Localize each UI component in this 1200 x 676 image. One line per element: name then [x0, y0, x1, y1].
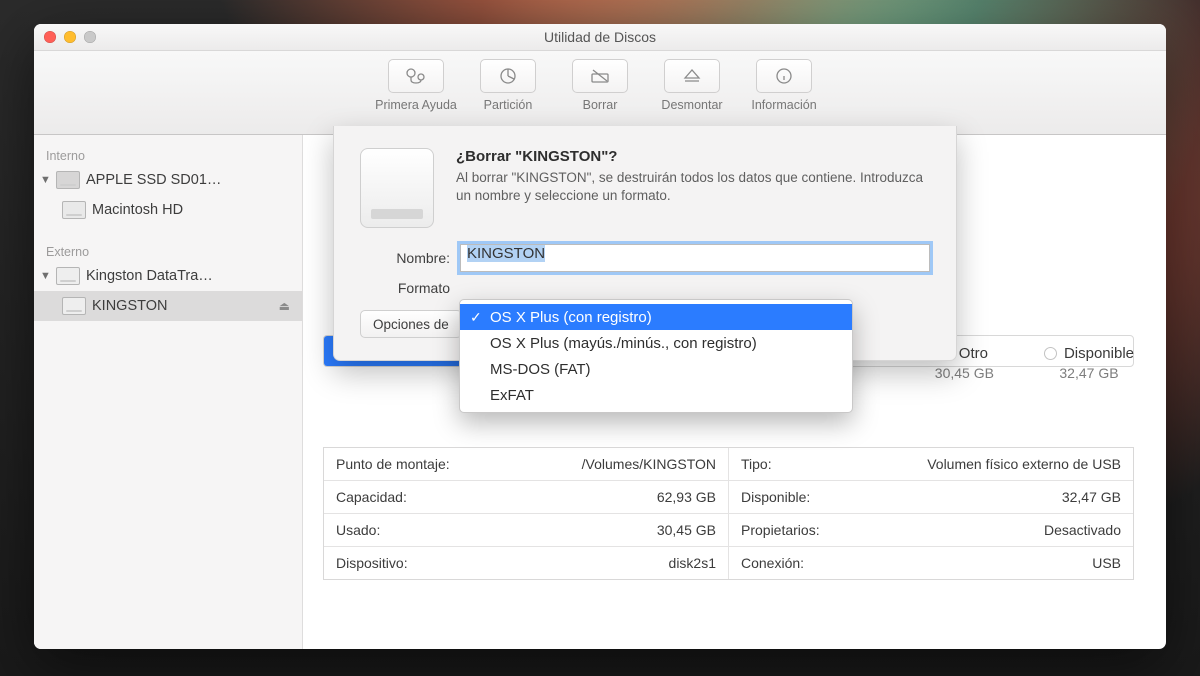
sidebar-header-internal: Interno: [34, 143, 302, 165]
toolbar-label: Información: [751, 98, 816, 112]
detail-value: /Volumes/KINGSTON: [582, 456, 716, 472]
sheet-format-label: Formato: [360, 280, 460, 296]
sidebar-item-kingston-volume[interactable]: KINGSTON ⏏: [34, 291, 302, 321]
toolbar-info-button[interactable]: [756, 59, 812, 93]
sidebar-item-label: APPLE SSD SD01…: [86, 172, 221, 188]
disk-large-icon: [360, 148, 434, 228]
disk-icon: [62, 201, 86, 219]
sheet-title: ¿Borrar "KINGSTON"?: [456, 148, 930, 165]
stethoscope-icon: [405, 67, 427, 85]
detail-value: Volumen físico externo de USB: [927, 456, 1121, 472]
sidebar-item-label: Kingston DataTra…: [86, 268, 213, 284]
detail-value: USB: [1092, 555, 1121, 571]
detail-label: Punto de montaje:: [336, 456, 450, 472]
disclosure-triangle-icon[interactable]: ▼: [40, 174, 50, 186]
sidebar-item-macintosh-hd[interactable]: Macintosh HD: [34, 195, 302, 225]
toolbar-unmount-button[interactable]: [664, 59, 720, 93]
security-options-button[interactable]: Opciones de: [360, 310, 462, 338]
disk-utility-window: Utilidad de Discos Primera Ayuda Partici…: [34, 24, 1166, 649]
detail-label: Dispositivo:: [336, 555, 408, 571]
sidebar-item-label: KINGSTON: [92, 298, 167, 314]
toolbar-partition-button[interactable]: [480, 59, 536, 93]
disk-icon: [56, 171, 80, 189]
dropdown-option[interactable]: OS X Plus (mayús./minús., con registro): [460, 330, 852, 356]
sheet-subtitle: Al borrar "KINGSTON", se destruirán todo…: [456, 169, 930, 205]
eject-icon[interactable]: ⏏: [279, 299, 290, 313]
legend-title-available: Disponible: [1064, 345, 1134, 362]
sheet-name-input[interactable]: KINGSTON: [460, 244, 930, 272]
detail-label: Disponible:: [741, 489, 810, 505]
erase-icon: [589, 67, 611, 85]
legend-dot-available-icon: [1044, 347, 1057, 360]
detail-value: 32,47 GB: [1062, 489, 1121, 505]
toolbar-label: Partición: [484, 98, 533, 112]
dropdown-option[interactable]: OS X Plus (con registro): [460, 304, 852, 330]
detail-label: Conexión:: [741, 555, 804, 571]
sidebar-header-external: Externo: [34, 239, 302, 261]
detail-label: Capacidad:: [336, 489, 407, 505]
sidebar-item-label: Macintosh HD: [92, 202, 183, 218]
toolbar-erase-button[interactable]: [572, 59, 628, 93]
eject-icon: [681, 67, 703, 85]
titlebar: Utilidad de Discos: [34, 24, 1166, 51]
pie-icon: [497, 67, 519, 85]
dropdown-option[interactable]: ExFAT: [460, 382, 852, 408]
sheet-name-label: Nombre:: [360, 250, 460, 266]
detail-value: Desactivado: [1044, 522, 1121, 538]
toolbar: Primera Ayuda Partición Borrar Desmontar…: [34, 51, 1166, 135]
detail-label: Usado:: [336, 522, 380, 538]
toolbar-label: Borrar: [583, 98, 618, 112]
toolbar-first-aid-button[interactable]: [388, 59, 444, 93]
disk-icon: [56, 267, 80, 285]
detail-label: Tipo:: [741, 456, 772, 472]
legend-value-available: 32,47 GB: [1059, 365, 1118, 381]
toolbar-label: Primera Ayuda: [375, 98, 457, 112]
detail-value: 30,45 GB: [657, 522, 716, 538]
detail-label: Propietarios:: [741, 522, 820, 538]
sidebar: Interno ▼ APPLE SSD SD01… Macintosh HD E…: [34, 135, 303, 649]
legend-value-other: 30,45 GB: [935, 365, 994, 381]
detail-value: 62,93 GB: [657, 489, 716, 505]
window-title: Utilidad de Discos: [34, 29, 1166, 45]
disk-icon: [62, 297, 86, 315]
sheet-name-value: KINGSTON: [467, 245, 545, 262]
usage-legend: Otro 30,45 GB Disponible 32,47 GB: [935, 345, 1134, 381]
disclosure-triangle-icon[interactable]: ▼: [40, 270, 50, 282]
details-table: Punto de montaje: /Volumes/KINGSTON Tipo:…: [323, 447, 1134, 580]
info-icon: [773, 67, 795, 85]
dropdown-option[interactable]: MS-DOS (FAT): [460, 356, 852, 382]
detail-value: disk2s1: [669, 555, 716, 571]
sidebar-item-apple-ssd[interactable]: ▼ APPLE SSD SD01…: [34, 165, 302, 195]
format-dropdown[interactable]: OS X Plus (con registro) OS X Plus (mayú…: [459, 299, 853, 413]
legend-title-other: Otro: [959, 345, 988, 362]
toolbar-label: Desmontar: [661, 98, 722, 112]
sidebar-item-kingston-parent[interactable]: ▼ Kingston DataTra…: [34, 261, 302, 291]
